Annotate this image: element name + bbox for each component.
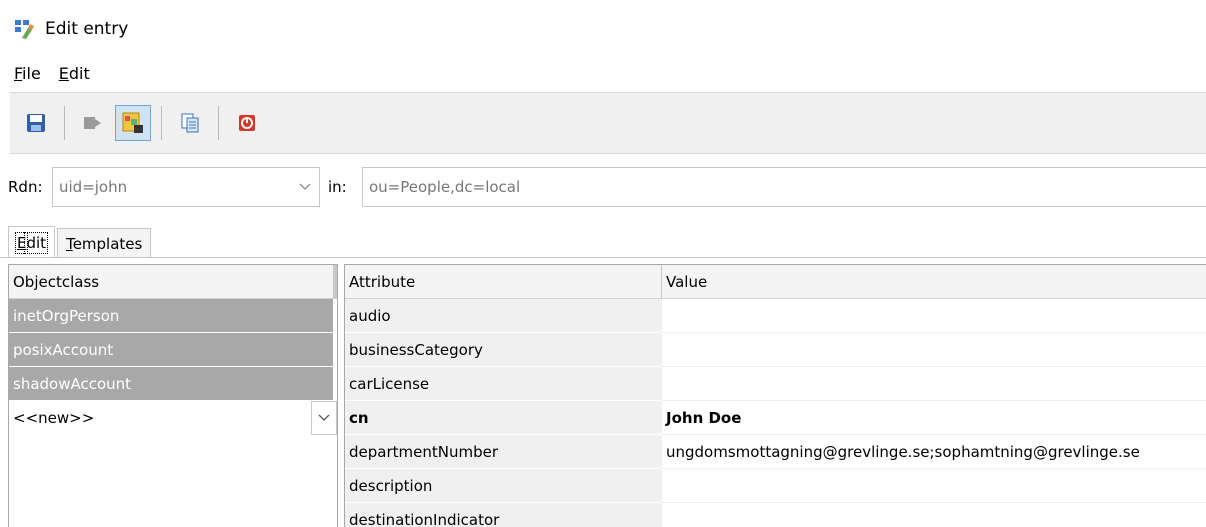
forward-button[interactable] [75, 105, 111, 141]
attribute-name: businessCategory [345, 333, 662, 367]
forward-icon [84, 117, 101, 129]
save-icon [27, 114, 45, 132]
table-row[interactable]: departmentNumber ungdomsmottagning@grevl… [345, 435, 1206, 469]
tab-edit-rest: dit [24, 231, 49, 254]
objectclass-new-row[interactable]: <<new>> [9, 401, 337, 435]
objectclass-panel: Objectclass inetOrgPerson posixAccount s… [8, 264, 338, 527]
attribute-name: destinationIndicator [345, 503, 662, 527]
tab-divider [0, 257, 1206, 258]
table-row[interactable]: cn John Doe [345, 401, 1206, 435]
tab-templates-rest: emplates [72, 234, 143, 253]
attribute-value[interactable]: ungdomsmottagning@grevlinge.se;sophamtni… [662, 435, 1206, 469]
save-button[interactable] [18, 105, 54, 141]
in-label: in: [328, 178, 347, 196]
tab-edit[interactable]: Edit [8, 226, 56, 258]
rdn-value: uid=john [59, 178, 128, 196]
attribute-value[interactable] [662, 299, 1206, 333]
table-row[interactable]: businessCategory [345, 333, 1206, 367]
template-edit-button[interactable] [115, 105, 151, 141]
menu-file[interactable]: File [14, 64, 41, 83]
objectclass-dropdown-button[interactable] [311, 401, 337, 435]
chevron-down-icon [318, 414, 330, 421]
attribute-name: carLicense [345, 367, 662, 401]
attribute-name: departmentNumber [345, 435, 662, 469]
table-row[interactable]: audio [345, 299, 1206, 333]
rdn-label: Rdn: [8, 178, 43, 196]
table-row[interactable]: destinationIndicator [345, 503, 1206, 527]
title-bar: Edit entry [0, 0, 1206, 58]
parent-dn-field[interactable]: ou=People,dc=local [362, 167, 1206, 207]
column-header-attribute[interactable]: Attribute [345, 265, 662, 298]
tab-templates-label: Templates [66, 235, 142, 253]
attribute-value[interactable]: John Doe [662, 401, 1206, 435]
window-title: Edit entry [45, 19, 129, 39]
objectclass-new-label: <<new>> [13, 409, 95, 427]
rdn-row: Rdn: uid=john in: ou=People,dc=local [0, 164, 1206, 210]
attribute-table: Attribute Value audio businessCategory c… [344, 264, 1206, 527]
attribute-name: description [345, 469, 662, 503]
table-row[interactable]: carLicense [345, 367, 1206, 401]
column-header-value[interactable]: Value [662, 265, 1206, 298]
objectclass-header: Objectclass [9, 265, 337, 299]
attribute-name: audio [345, 299, 662, 333]
toolbar-separator [161, 106, 162, 140]
menu-bar: File Edit [0, 58, 1206, 88]
tab-bar: Edit Templates [8, 226, 153, 258]
objectclass-item[interactable]: posixAccount [9, 333, 333, 366]
attribute-value[interactable] [662, 503, 1206, 527]
attribute-value[interactable] [662, 367, 1206, 401]
copy-icon [181, 113, 199, 133]
menu-edit-key: E [58, 63, 69, 83]
menu-edit-rest: dit [68, 63, 90, 83]
close-icon [239, 115, 255, 131]
chevron-down-icon[interactable] [299, 183, 311, 191]
attribute-value[interactable] [662, 469, 1206, 503]
table-row[interactable]: description [345, 469, 1206, 503]
tab-templates[interactable]: Templates [57, 228, 152, 258]
tab-templates-key: T [66, 234, 73, 253]
attribute-name: cn [345, 401, 662, 435]
toolbar-separator [218, 106, 219, 140]
menu-file-key: F [14, 63, 23, 83]
menu-file-rest: ile [22, 63, 41, 83]
attribute-table-header: Attribute Value [345, 265, 1206, 299]
toolbar-separator [64, 106, 65, 140]
attribute-value[interactable] [662, 333, 1206, 367]
copy-button[interactable] [172, 105, 208, 141]
template-edit-icon [122, 112, 143, 133]
parent-dn-value: ou=People,dc=local [369, 178, 521, 196]
tab-edit-label: Edit [14, 231, 49, 254]
menu-edit[interactable]: Edit [59, 64, 90, 83]
toolbar [10, 92, 1206, 154]
rdn-combobox[interactable]: uid=john [52, 167, 320, 207]
objectclass-item[interactable]: inetOrgPerson [9, 299, 333, 332]
objectclass-item[interactable]: shadowAccount [9, 367, 333, 400]
app-icon [14, 18, 36, 40]
close-button[interactable] [229, 105, 265, 141]
